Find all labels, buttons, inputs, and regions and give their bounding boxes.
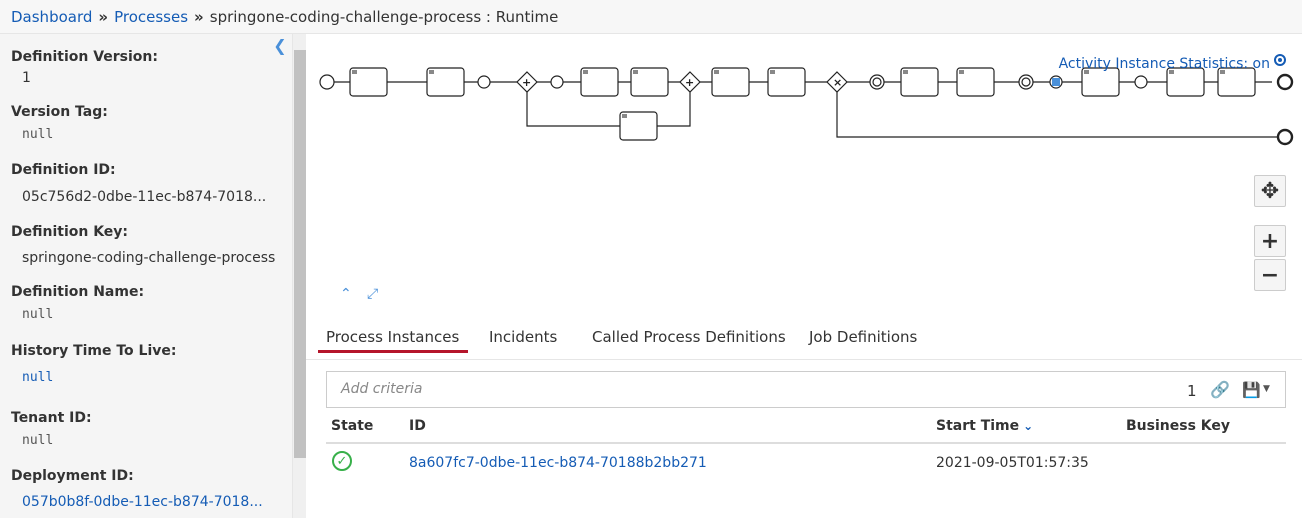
definition-name-value: null [22, 307, 54, 322]
svg-text:+: + [685, 76, 694, 89]
definition-id-label: Definition ID: [11, 162, 116, 178]
bpmn-diagram[interactable]: + + × Activity Instance Statistics: on ✥… [306, 34, 1302, 308]
plus-icon: + [1260, 228, 1280, 254]
column-header-business-key[interactable]: Business Key [1126, 418, 1230, 434]
process-instance-start-time: 2021-09-05T01:57:35 [936, 455, 1089, 471]
svg-text:+: + [522, 76, 531, 89]
sidebar-scrollbar-thumb[interactable] [294, 50, 306, 458]
table-header-divider [326, 442, 1286, 444]
history-ttl-value[interactable]: null [22, 370, 53, 385]
breadcrumb-separator: » [194, 7, 204, 26]
expand-diagram-icon[interactable]: ⤢ [367, 286, 378, 302]
column-header-state[interactable]: State [331, 418, 373, 434]
zoom-in-button[interactable]: + [1254, 225, 1286, 257]
breadcrumb-dashboard-link[interactable]: Dashboard [11, 8, 92, 26]
zoom-out-button[interactable]: − [1254, 259, 1286, 291]
breadcrumb: Dashboard » Processes » springone-coding… [0, 0, 1302, 34]
collapse-diagram-icon[interactable]: ⌃ [340, 286, 352, 302]
definition-version-value: 1 [22, 70, 31, 86]
search-criteria-input[interactable]: Add criteria 1 🔗 💾 ▼ [326, 371, 1286, 408]
radio-on-icon[interactable] [1274, 54, 1286, 66]
intermediate-event[interactable] [1134, 75, 1148, 89]
definition-key-value: springone-coding-challenge-process [22, 250, 276, 266]
check-circle-icon: ✓ [332, 451, 352, 471]
breadcrumb-processes-link[interactable]: Processes [114, 8, 188, 26]
tab-process-instances[interactable]: Process Instances [326, 328, 459, 346]
intermediate-event[interactable] [477, 75, 491, 89]
bpmn-diagram-canvas: + + × [319, 67, 1294, 146]
sort-desc-icon[interactable]: ⌄ [1023, 419, 1033, 433]
breadcrumb-current: springone-coding-challenge-process : Run… [209, 7, 559, 26]
end-event[interactable] [1276, 128, 1294, 146]
minus-icon: − [1260, 262, 1280, 288]
definition-name-label: Definition Name: [11, 284, 145, 300]
search-placeholder: Add criteria [341, 381, 423, 397]
intermediate-event[interactable] [550, 75, 564, 89]
tab-bar: Process Instances Incidents Called Proce… [306, 308, 1302, 360]
reset-zoom-button[interactable]: ✥ [1254, 175, 1286, 207]
process-instance-id-link[interactable]: 8a607fc7-0dbe-11ec-b874-70188b2bb271 [409, 455, 707, 471]
definition-key-label: Definition Key: [11, 224, 129, 240]
deployment-id-label: Deployment ID: [11, 468, 134, 484]
column-header-start-time[interactable]: Start Time ⌄ [936, 418, 1033, 434]
definition-id-value: 05c756d2-0dbe-11ec-b874-7018... [22, 189, 267, 205]
sidebar-scrollbar[interactable] [292, 34, 306, 518]
start-event[interactable] [319, 74, 335, 90]
tab-called-process-definitions[interactable]: Called Process Definitions [592, 328, 786, 346]
tenant-id-label: Tenant ID: [11, 410, 92, 426]
save-icon[interactable]: 💾 [1242, 381, 1261, 399]
column-header-id[interactable]: ID [409, 418, 426, 434]
version-tag-label: Version Tag: [11, 104, 108, 120]
collapse-sidebar-icon[interactable]: ❮ [271, 36, 289, 55]
activity-stats-toggle[interactable]: Activity Instance Statistics: on [1058, 54, 1286, 72]
activity-stats-label: Activity Instance Statistics: on [1058, 56, 1270, 72]
tenant-id-value: null [22, 433, 54, 448]
tab-incidents[interactable]: Incidents [489, 328, 557, 346]
version-tag-value: null [22, 127, 54, 142]
active-tab-indicator [318, 350, 468, 353]
definition-version-label: Definition Version: [11, 49, 158, 65]
history-ttl-label: History Time To Live: [11, 343, 177, 359]
link-icon[interactable]: 🔗 [1210, 380, 1230, 399]
result-count: 1 [1187, 382, 1197, 400]
svg-text:×: × [833, 76, 842, 89]
breadcrumb-separator: » [98, 7, 109, 26]
chevron-down-icon[interactable]: ▼ [1263, 384, 1270, 394]
start-time-header-label: Start Time [936, 418, 1020, 434]
definition-sidebar: ❮ Definition Version: 1 Version Tag: nul… [0, 34, 292, 518]
move-icon: ✥ [1260, 178, 1280, 204]
tab-job-definitions[interactable]: Job Definitions [809, 328, 917, 346]
end-event[interactable] [1276, 73, 1294, 91]
deployment-id-link[interactable]: 057b0b8f-0dbe-11ec-b874-7018... [22, 494, 263, 510]
